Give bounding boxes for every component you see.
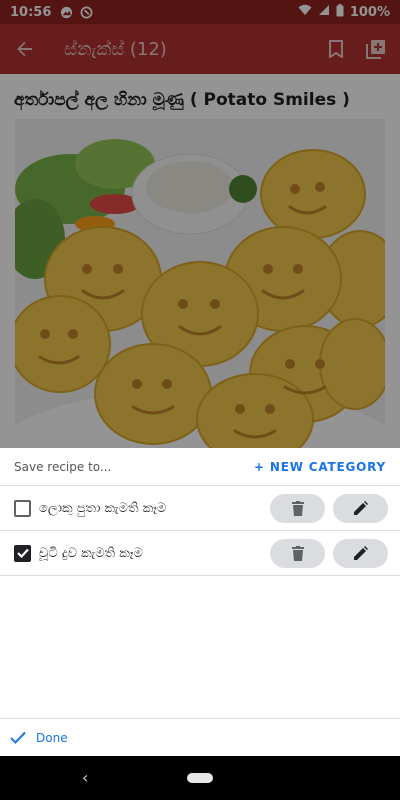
pencil-icon <box>354 545 368 560</box>
save-recipe-sheet: Save recipe to... + NEW CATEGORY ලොකු පු… <box>0 448 400 756</box>
done-button[interactable]: Done <box>36 731 68 745</box>
save-recipe-label: Save recipe to... <box>14 459 112 474</box>
trash-icon <box>291 545 304 561</box>
navigation-bar: ‹ <box>0 756 400 800</box>
sheet-header: Save recipe to... + NEW CATEGORY <box>0 448 400 486</box>
trash-icon <box>291 500 304 516</box>
sheet-footer: Done <box>0 718 400 756</box>
edit-category-button[interactable] <box>333 493 388 523</box>
home-pill-icon[interactable] <box>187 773 213 783</box>
check-icon <box>16 548 29 558</box>
category-name: චූටි දුව කැමති කෑම <box>39 545 143 561</box>
nav-back-icon[interactable]: ‹ <box>82 768 88 787</box>
category-checkbox[interactable] <box>14 499 31 517</box>
check-icon[interactable] <box>10 731 26 744</box>
category-checkbox[interactable] <box>14 544 31 562</box>
new-category-button[interactable]: + NEW CATEGORY <box>254 460 386 474</box>
modal-scrim[interactable] <box>0 0 400 448</box>
edit-category-button[interactable] <box>333 538 388 568</box>
delete-category-button[interactable] <box>270 493 325 523</box>
pencil-icon <box>354 500 368 515</box>
category-row: ලොකු පුතා කැමති කෑම <box>0 486 400 531</box>
category-row: චූටි දුව කැමති කෑම <box>0 531 400 576</box>
category-name: ලොකු පුතා කැමති කෑම <box>39 500 167 516</box>
delete-category-button[interactable] <box>270 538 325 568</box>
